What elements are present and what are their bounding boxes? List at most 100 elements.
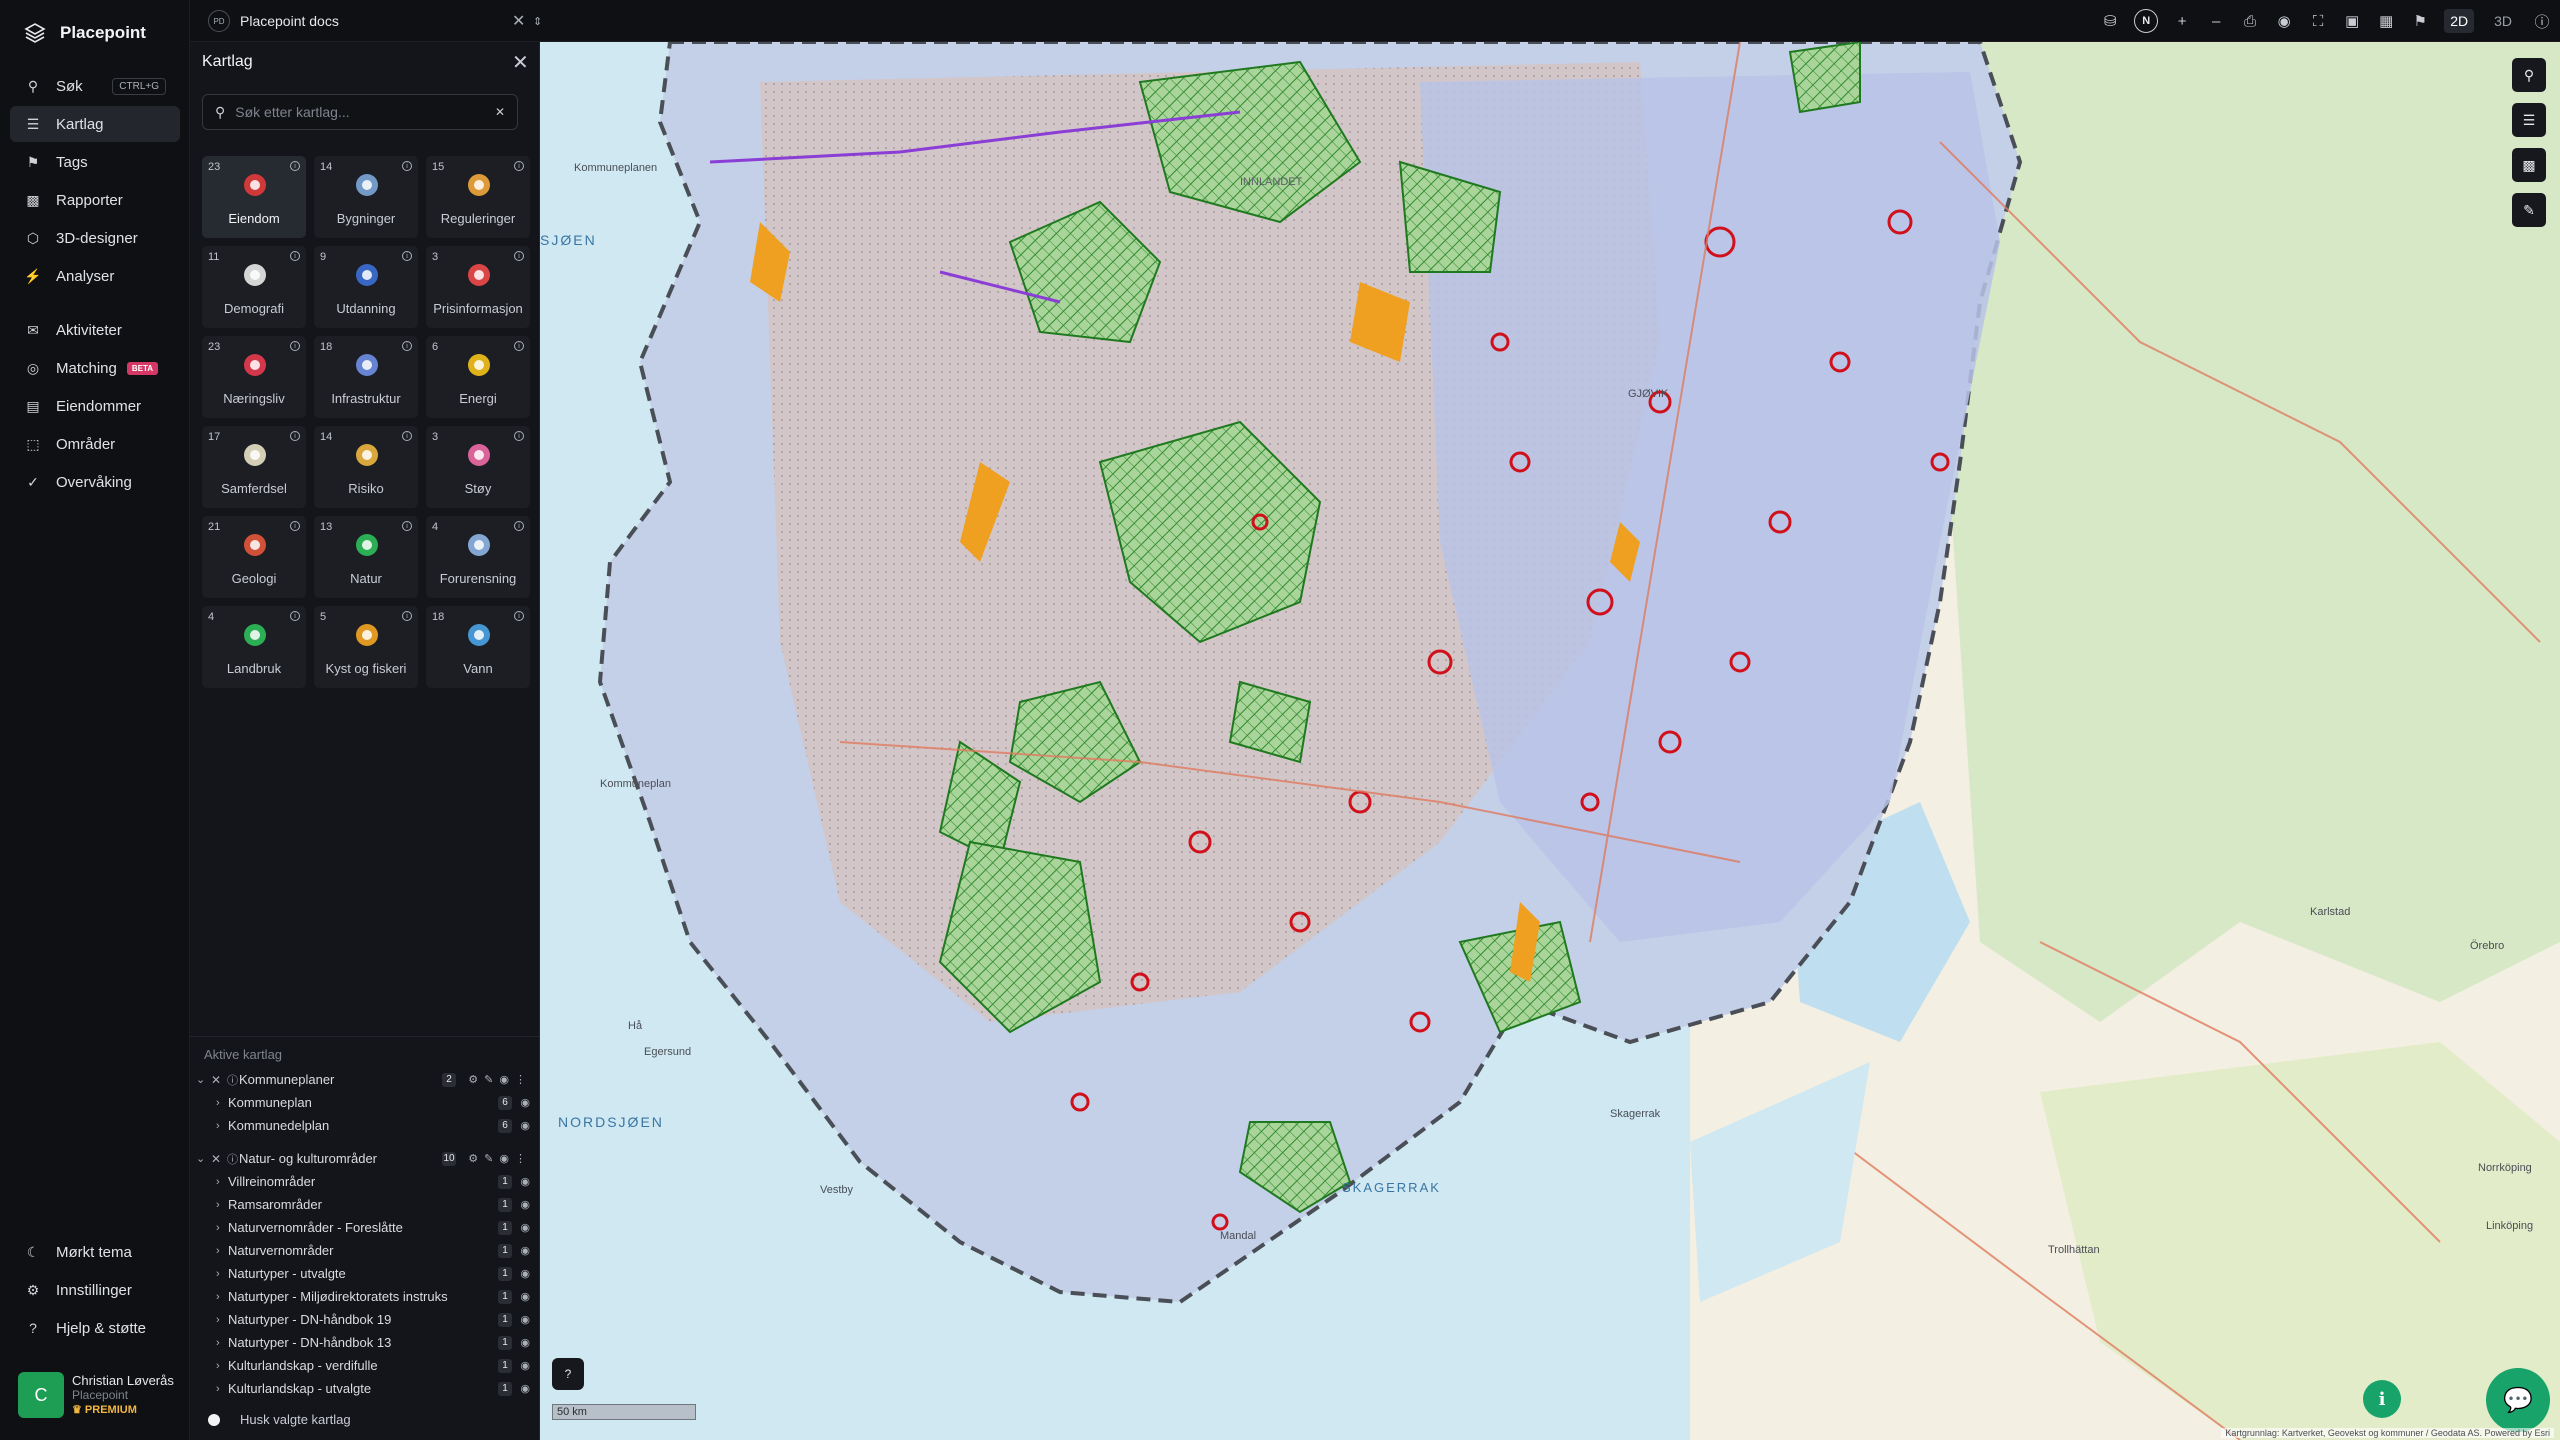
info-icon[interactable]: i [514, 341, 524, 351]
layer-group-row[interactable]: ⌄ ✕ ⓘ Natur- og kulturområder 10 ⚙ ✎ ◉ ⋮ [190, 1147, 540, 1170]
chevron-right-icon[interactable]: › [216, 1199, 228, 1211]
nav-item-activities[interactable]: ✉ Aktiviteter [10, 312, 180, 348]
info-icon[interactable]: i [402, 251, 412, 261]
brand[interactable]: Placepoint [24, 22, 146, 44]
close-icon[interactable]: ✕ [512, 11, 525, 31]
category-tile[interactable]: 14 i Bygninger [314, 156, 418, 238]
map-canvas[interactable]: SJØEN NORDSJØEN SKAGERRAK Kommuneplanen … [540, 42, 2560, 1440]
category-tile[interactable]: 4 i Landbruk [202, 606, 306, 688]
category-tile[interactable]: 13 i Natur [314, 516, 418, 598]
eye-icon[interactable]: ◉ [520, 1221, 530, 1234]
info-icon[interactable]: i [514, 251, 524, 261]
chevron-right-icon[interactable]: › [216, 1268, 228, 1280]
chevron-right-icon[interactable]: › [216, 1360, 228, 1372]
eye-icon[interactable]: ◉ [520, 1119, 530, 1132]
close-icon[interactable]: ✕ [512, 50, 529, 75]
nav-item-properties[interactable]: ▤ Eiendommer [10, 388, 180, 424]
chevron-right-icon[interactable]: › [216, 1245, 228, 1257]
workspace-selector[interactable]: PD Placepoint docs ✕ ⇕ [208, 8, 542, 34]
category-tile[interactable]: 21 i Geologi [202, 516, 306, 598]
info-icon[interactable]: i [290, 161, 300, 171]
info-icon[interactable]: i [402, 161, 412, 171]
zoom-out-icon[interactable]: – [2206, 11, 2226, 31]
layer-row[interactable]: › Kulturlandskap - utvalgte 1 ◉ [190, 1377, 540, 1400]
category-tile[interactable]: 15 i Reguleringer [426, 156, 530, 238]
nav-item-layers[interactable]: ☰ Kartlag [10, 106, 180, 142]
mode-2d-button[interactable]: 2D [2444, 9, 2475, 33]
eye-icon[interactable]: ◉ [499, 1073, 509, 1086]
map-search-icon[interactable]: ⚲ [2512, 58, 2546, 92]
map-help-icon[interactable]: ? [552, 1358, 584, 1390]
nav-item-monitoring[interactable]: ✓ Overvåking [10, 464, 180, 500]
layer-row[interactable]: › Naturvernområder 1 ◉ [190, 1239, 540, 1262]
info-icon[interactable]: i [514, 611, 524, 621]
info-icon[interactable]: i [290, 521, 300, 531]
print-icon[interactable]: ⎙ [2240, 11, 2260, 31]
category-tile[interactable]: 5 i Kyst og fiskeri [314, 606, 418, 688]
eye-icon[interactable]: ◉ [499, 1152, 509, 1165]
remove-icon[interactable]: ✕ [211, 1152, 225, 1166]
zoom-in-icon[interactable]: + [2172, 11, 2192, 31]
settings-icon[interactable]: ⚙ [468, 1073, 478, 1086]
category-tile[interactable]: 17 i Samferdsel [202, 426, 306, 508]
grid-icon[interactable]: ▦ [2376, 11, 2396, 31]
category-tile[interactable]: 18 i Infrastruktur [314, 336, 418, 418]
layer-row[interactable]: › Villreinområder 1 ◉ [190, 1170, 540, 1193]
layer-row[interactable]: › Kommuneplan 6 ◉ [190, 1091, 540, 1114]
eye-icon[interactable]: ◉ [520, 1175, 530, 1188]
layer-row[interactable]: › Naturtyper - utvalgte 1 ◉ [190, 1262, 540, 1285]
category-tile[interactable]: 9 i Utdanning [314, 246, 418, 328]
edit-icon[interactable]: ✎ [484, 1152, 493, 1165]
info-icon[interactable]: i [402, 341, 412, 351]
eye-icon[interactable]: ◉ [2274, 11, 2294, 31]
remove-icon[interactable]: ✕ [211, 1073, 225, 1087]
eye-icon[interactable]: ◉ [520, 1359, 530, 1372]
info-icon[interactable]: ⓘ [2532, 11, 2552, 31]
category-tile[interactable]: 6 i Energi [426, 336, 530, 418]
draw-icon[interactable]: ✎ [2512, 193, 2546, 227]
edit-icon[interactable]: ✎ [484, 1073, 493, 1086]
chevron-right-icon[interactable]: › [216, 1176, 228, 1188]
chevron-right-icon[interactable]: › [216, 1222, 228, 1234]
layer-row[interactable]: › Kulturlandskap - verdifulle 1 ◉ [190, 1354, 540, 1377]
eye-icon[interactable]: ◉ [520, 1244, 530, 1257]
layer-row[interactable]: › Naturvernområder - Foreslåtte 1 ◉ [190, 1216, 540, 1239]
info-icon[interactable]: ⓘ [227, 1072, 239, 1088]
layer-row[interactable]: › Kommunedelplan 6 ◉ [190, 1114, 540, 1137]
eye-icon[interactable]: ◉ [520, 1267, 530, 1280]
layer-row[interactable]: › Naturtyper - Miljødirektoratets instruk… [190, 1285, 540, 1308]
info-button[interactable]: i [2363, 1380, 2401, 1418]
chevron-right-icon[interactable]: › [216, 1097, 228, 1109]
category-tile[interactable]: 14 i Risiko [314, 426, 418, 508]
compass-button[interactable]: N [2134, 9, 2159, 33]
chevron-right-icon[interactable]: › [216, 1291, 228, 1303]
layer-row[interactable]: › Ramsarområder 1 ◉ [190, 1193, 540, 1216]
info-icon[interactable]: i [514, 161, 524, 171]
nav-item-areas[interactable]: ⬚ Områder [10, 426, 180, 462]
chevron-right-icon[interactable]: › [216, 1314, 228, 1326]
category-tile[interactable]: 23 i Eiendom [202, 156, 306, 238]
category-tile[interactable]: 18 i Vann [426, 606, 530, 688]
nav-item-dark-theme[interactable]: ☾ Mørkt tema [10, 1234, 180, 1270]
nav-item-help[interactable]: ? Hjelp & støtte [10, 1310, 180, 1346]
eye-icon[interactable]: ◉ [520, 1290, 530, 1303]
chevron-down-icon[interactable]: ⌄ [196, 1073, 208, 1086]
chart-icon[interactable]: ▩ [2512, 148, 2546, 182]
chevron-right-icon[interactable]: › [216, 1383, 228, 1395]
category-tile[interactable]: 3 i Støy [426, 426, 530, 508]
layer-row[interactable]: › Naturtyper - DN-håndbok 19 1 ◉ [190, 1308, 540, 1331]
eye-icon[interactable]: ◉ [520, 1096, 530, 1109]
info-icon[interactable]: i [290, 341, 300, 351]
nav-item-tags[interactable]: ⚑ Tags [10, 144, 180, 180]
eye-icon[interactable]: ◉ [520, 1198, 530, 1211]
clear-icon[interactable]: ✕ [495, 105, 505, 119]
nav-item-matching[interactable]: ◎ Matching BETA [10, 350, 180, 386]
eye-icon[interactable]: ◉ [520, 1313, 530, 1326]
nav-item-reports[interactable]: ▩ Rapporter [10, 182, 180, 218]
chevron-right-icon[interactable]: › [216, 1337, 228, 1349]
info-icon[interactable]: i [402, 521, 412, 531]
chat-button[interactable]: 💬 [2486, 1368, 2550, 1432]
info-icon[interactable]: i [514, 431, 524, 441]
toggle-switch[interactable] [208, 1413, 220, 1426]
layer-row[interactable]: › Naturtyper - DN-håndbok 13 1 ◉ [190, 1331, 540, 1354]
